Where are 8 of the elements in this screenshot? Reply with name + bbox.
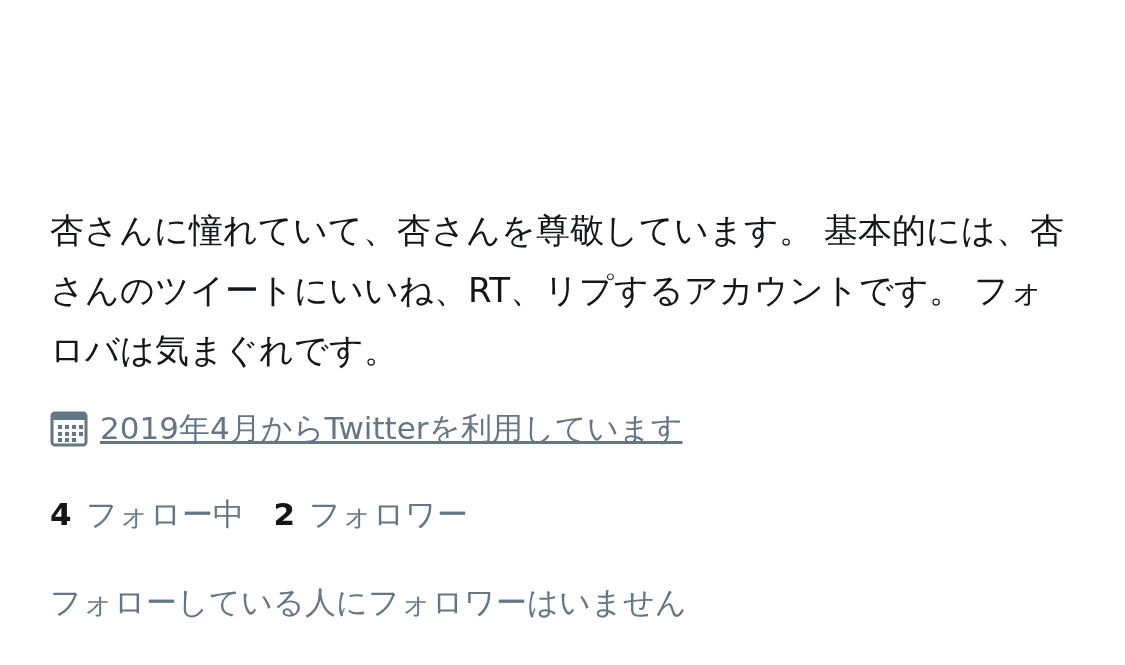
stat-count[interactable]: 4 bbox=[50, 496, 72, 532]
stat-count[interactable]: 2 bbox=[273, 496, 296, 532]
stat-label[interactable]: フォロー中 bbox=[85, 494, 244, 536]
followers-you-know-text: フォローしている人にフォロワーはいません bbox=[50, 583, 688, 622]
profile-bio: 杏さんに憧れていて、杏さんを尊敬しています。 基本的には、杏さんのツイートにいいね、RT、リプするアカウントです。 フォロバは気まぐれです。 bbox=[50, 209, 1065, 372]
stat-label[interactable]: フォロワー bbox=[309, 494, 469, 536]
calendar-icon bbox=[50, 410, 88, 448]
joined-date-link[interactable]: 2019年4月からTwitterを利用しています bbox=[100, 408, 683, 450]
